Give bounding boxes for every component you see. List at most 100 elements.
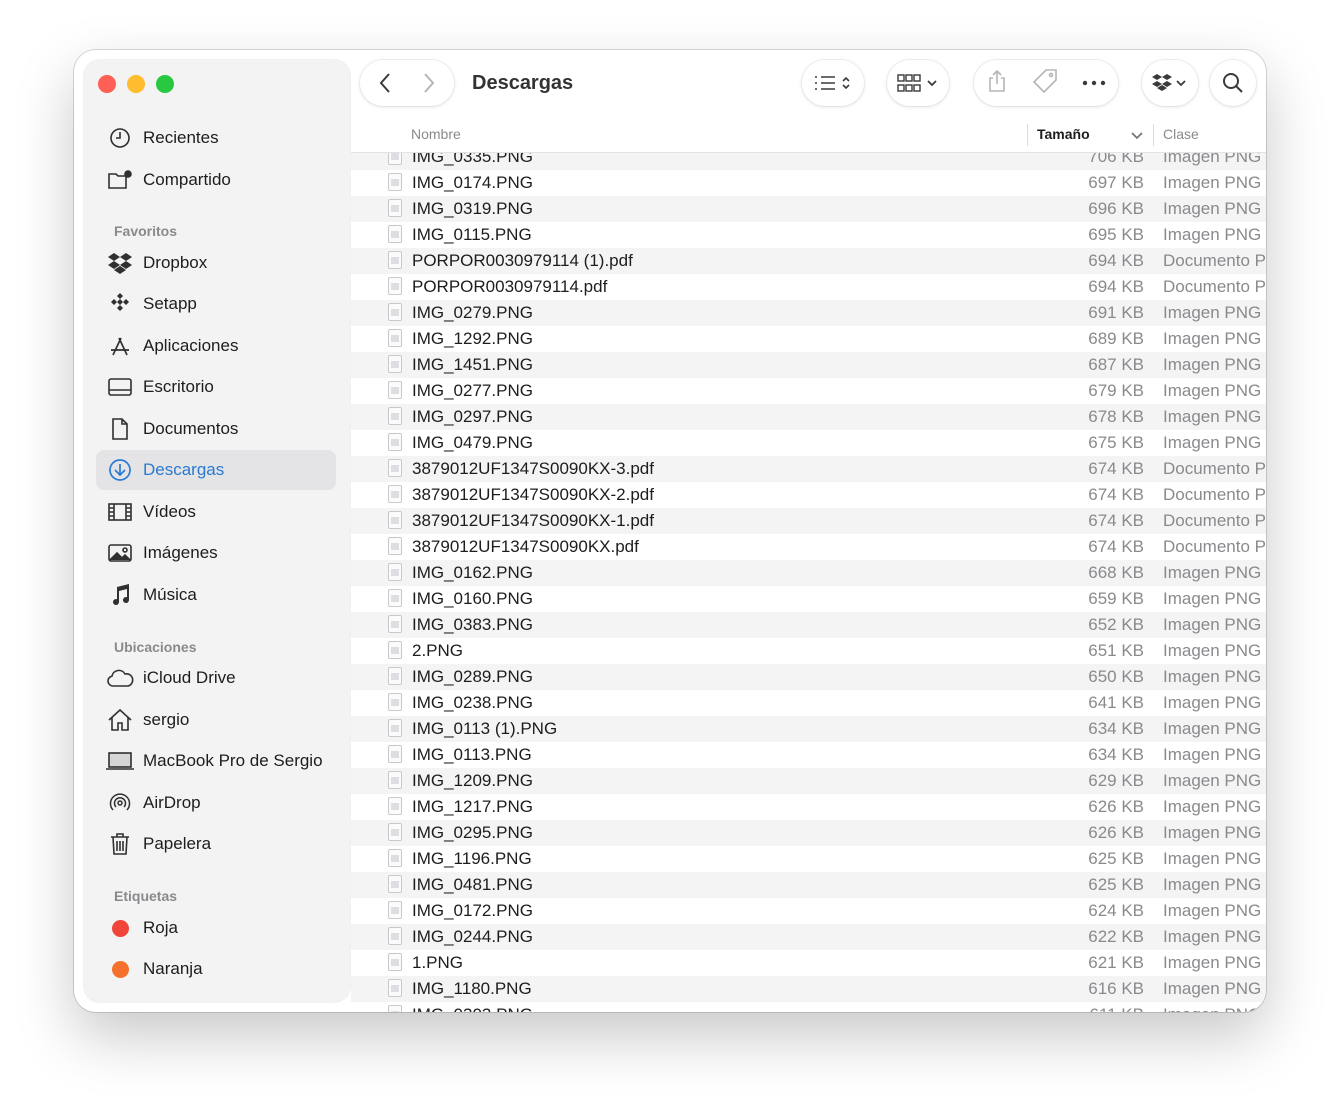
table-row[interactable]: IMG_1196.PNG 625 KB Imagen PNG [351, 846, 1266, 872]
table-row[interactable]: PORPOR0030979114.pdf 694 KB Documento PDF [351, 274, 1266, 300]
file-kind: Imagen PNG [1163, 823, 1262, 842]
file-kind: Imagen PNG [1163, 797, 1262, 816]
table-row[interactable]: IMG_0295.PNG 626 KB Imagen PNG [351, 820, 1266, 846]
file-icon [388, 979, 402, 997]
file-name: IMG_0303.PNG [412, 1005, 533, 1012]
table-row[interactable]: IMG_0160.PNG 659 KB Imagen PNG [351, 586, 1266, 612]
table-row[interactable]: IMG_0115.PNG 695 KB Imagen PNG [351, 222, 1266, 248]
table-row[interactable]: IMG_0319.PNG 696 KB Imagen PNG [351, 196, 1266, 222]
table-row[interactable]: IMG_1209.PNG 629 KB Imagen PNG [351, 768, 1266, 794]
table-row[interactable]: 3879012UF1347S0090KX.pdf 674 KB Documento … [351, 534, 1266, 560]
file-name: PORPOR0030979114 (1).pdf [412, 251, 633, 270]
column-divider[interactable] [1027, 124, 1028, 146]
file-icon [388, 511, 402, 529]
file-size: 634 KB [1088, 745, 1144, 764]
column-size-header[interactable]: Tamaño [1037, 126, 1090, 142]
dropbox-icon [105, 248, 135, 278]
grid-group-icon [897, 74, 937, 92]
search-button[interactable] [1210, 60, 1256, 106]
table-row[interactable]: IMG_0238.PNG 641 KB Imagen PNG [351, 690, 1266, 716]
sidebar-item-tag-naranja[interactable]: Naranja [96, 949, 336, 989]
dropbox-menu-button[interactable] [1142, 60, 1198, 106]
zoom-window-button[interactable] [156, 75, 174, 93]
sidebar-item-compartido[interactable]: Compartido [96, 160, 336, 200]
table-row[interactable]: IMG_0174.PNG 697 KB Imagen PNG [351, 170, 1266, 196]
table-row[interactable]: 3879012UF1347S0090KX-3.pdf 674 KB Document… [351, 456, 1266, 482]
locations-header: Ubicaciones [114, 639, 197, 655]
sidebar-item-tag-roja[interactable]: Roja [96, 908, 336, 948]
column-divider[interactable] [1153, 124, 1154, 146]
sidebar-item-escritorio[interactable]: Escritorio [96, 367, 336, 407]
sidebar-item-label: AirDrop [143, 793, 201, 812]
view-mode-button[interactable] [802, 60, 864, 106]
sidebar-item-papelera[interactable]: Papelera [96, 824, 336, 864]
table-row[interactable]: IMG_0289.PNG 650 KB Imagen PNG [351, 664, 1266, 690]
table-row[interactable]: IMG_0172.PNG 624 KB Imagen PNG [351, 898, 1266, 924]
sidebar-item-dropbox[interactable]: Dropbox [96, 243, 336, 283]
table-row[interactable]: IMG_0277.PNG 679 KB Imagen PNG [351, 378, 1266, 404]
sidebar-item-sergio[interactable]: sergio [96, 700, 336, 740]
file-name: 2.PNG [412, 641, 464, 660]
tag-color-dot [105, 913, 135, 943]
share-button[interactable] [986, 69, 1008, 98]
sidebar-item-documentos[interactable]: Documentos [96, 409, 336, 449]
sidebar-item-label: Música [143, 585, 197, 604]
table-row[interactable]: IMG_1180.PNG 616 KB Imagen PNG [351, 976, 1266, 1002]
back-button[interactable] [363, 60, 407, 106]
sidebar-item-musica[interactable]: Música [96, 575, 336, 615]
table-row[interactable]: IMG_0162.PNG 668 KB Imagen PNG [351, 560, 1266, 586]
tag-button[interactable] [1032, 68, 1058, 99]
file-kind: Imagen PNG [1163, 1005, 1266, 1012]
table-row[interactable]: IMG_0303.PNG 611 KB Imagen PNG [351, 1002, 1266, 1012]
table-row[interactable]: IMG_0479.PNG 675 KB Imagen PNG [351, 430, 1266, 456]
table-row[interactable]: IMG_1292.PNG 689 KB Imagen PNG [351, 326, 1266, 352]
file-icon [388, 641, 402, 659]
table-row[interactable]: 3879012UF1347S0090KX-1.pdf 674 KB Document… [351, 508, 1266, 534]
table-row[interactable]: 2.PNG 651 KB Imagen PNG [351, 638, 1266, 664]
sidebar-item-imagenes[interactable]: Imágenes [96, 533, 336, 573]
sidebar-item-macbook[interactable]: MacBook Pro de Sergio [96, 741, 336, 781]
sidebar-item-icloud-drive[interactable]: iCloud Drive [96, 658, 336, 698]
file-name: 3879012UF1347S0090KX-1.pdf [412, 511, 654, 530]
file-name: IMG_0277.PNG [412, 381, 533, 400]
sidebar-item-recientes[interactable]: Recientes [96, 118, 336, 158]
table-row[interactable]: 1.PNG 621 KB Imagen PNG [351, 950, 1266, 976]
table-row[interactable]: IMG_1217.PNG 626 KB Imagen PNG [351, 794, 1266, 820]
sidebar-item-descargas[interactable]: Descargas [96, 450, 336, 490]
more-button[interactable] [1082, 74, 1106, 92]
window-title: Descargas [472, 72, 574, 94]
file-kind: Imagen PNG [1163, 381, 1262, 400]
close-window-button[interactable] [98, 75, 116, 93]
file-icon [388, 901, 402, 919]
column-name-header[interactable]: Nombre [411, 126, 461, 142]
file-name: IMG_0479.PNG [412, 433, 533, 452]
file-name: IMG_1217.PNG [412, 797, 533, 816]
sidebar-item-aplicaciones[interactable]: Aplicaciones [96, 326, 336, 366]
file-icon [388, 823, 402, 841]
table-row[interactable]: IMG_0279.PNG 691 KB Imagen PNG [351, 300, 1266, 326]
sidebar-item-airdrop[interactable]: AirDrop [96, 783, 336, 823]
table-row[interactable]: IMG_0244.PNG 622 KB Imagen PNG [351, 924, 1266, 950]
table-row[interactable]: 3879012UF1347S0090KX-2.pdf 674 KB Document… [351, 482, 1266, 508]
sidebar-item-setapp[interactable]: Setapp [96, 284, 336, 324]
group-button[interactable] [887, 60, 949, 106]
forward-button[interactable] [407, 60, 451, 106]
column-kind-header[interactable]: Clase [1163, 126, 1199, 142]
minimize-window-button[interactable] [127, 75, 145, 93]
file-name: 3879012UF1347S0090KX.pdf [412, 537, 639, 556]
file-name: IMG_1196.PNG [412, 849, 532, 868]
file-kind: Imagen PNG [1163, 901, 1262, 920]
table-row[interactable]: IMG_1451.PNG 687 KB Imagen PNG [351, 352, 1266, 378]
table-row[interactable]: IMG_0113 (1).PNG 634 KB Imagen PNG [351, 716, 1266, 742]
file-name: IMG_0160.PNG [412, 589, 533, 608]
table-row[interactable]: IMG_0481.PNG 625 KB Imagen PNG [351, 872, 1266, 898]
table-row[interactable]: IMG_0383.PNG 652 KB Imagen PNG [351, 612, 1266, 638]
table-row[interactable]: IMG_0297.PNG 678 KB Imagen PNG [351, 404, 1266, 430]
file-name: IMG_0172.PNG [412, 901, 533, 920]
file-kind: Imagen PNG [1163, 693, 1262, 712]
table-row[interactable]: IMG_0113.PNG 634 KB Imagen PNG [351, 742, 1266, 768]
table-row[interactable]: PORPOR0030979114 (1).pdf 694 KB Documento … [351, 248, 1266, 274]
file-kind: Imagen PNG [1163, 433, 1262, 452]
file-size: 687 KB [1088, 355, 1144, 374]
sidebar-item-videos[interactable]: Vídeos [96, 492, 336, 532]
